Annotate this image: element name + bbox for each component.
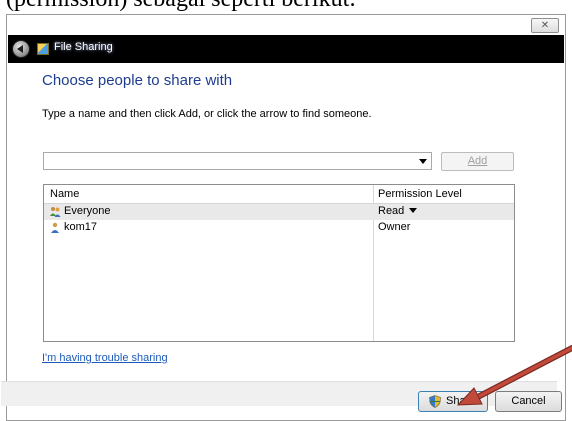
uac-shield-icon xyxy=(429,395,441,408)
permission-value: Read xyxy=(378,205,405,217)
column-header-permission[interactable]: Permission Level xyxy=(378,188,462,200)
file-sharing-icon xyxy=(37,43,49,55)
chevron-down-icon[interactable] xyxy=(419,159,427,164)
trouble-sharing-link[interactable]: I'm having trouble sharing xyxy=(42,352,168,364)
row-name: Everyone xyxy=(64,205,111,217)
add-button-label: Add xyxy=(467,155,488,167)
users-group-icon xyxy=(50,207,61,217)
title-bar: File Sharing xyxy=(8,35,564,63)
back-arrow-icon[interactable] xyxy=(12,40,30,58)
list-item[interactable]: kom17 Owner xyxy=(44,220,514,236)
document-caption: (permission) sebagai seperti berikut: xyxy=(6,0,356,13)
dialog-instruction: Type a name and then click Add, or click… xyxy=(42,108,372,120)
window-title: File Sharing xyxy=(54,41,113,53)
share-list: Name Permission Level Everyone Read kom1… xyxy=(43,184,515,342)
close-icon: ✕ xyxy=(540,20,550,31)
permission-value: Owner xyxy=(378,221,411,233)
user-icon xyxy=(51,222,59,233)
chevron-down-icon[interactable] xyxy=(409,208,418,213)
cancel-button[interactable]: Cancel xyxy=(495,391,562,412)
row-name: kom17 xyxy=(64,221,98,233)
add-button[interactable]: Add xyxy=(441,152,514,171)
dialog-heading: Choose people to share with xyxy=(42,72,233,89)
list-header: Name Permission Level xyxy=(44,185,514,204)
share-button[interactable]: Share xyxy=(418,391,488,412)
name-combo-input[interactable] xyxy=(43,152,432,170)
list-item[interactable]: Everyone Read xyxy=(44,204,514,220)
share-button-label: Share xyxy=(446,395,476,407)
close-button[interactable]: ✕ xyxy=(531,18,559,33)
permission-dropdown[interactable]: Read xyxy=(378,205,418,217)
column-header-name[interactable]: Name xyxy=(50,188,79,200)
